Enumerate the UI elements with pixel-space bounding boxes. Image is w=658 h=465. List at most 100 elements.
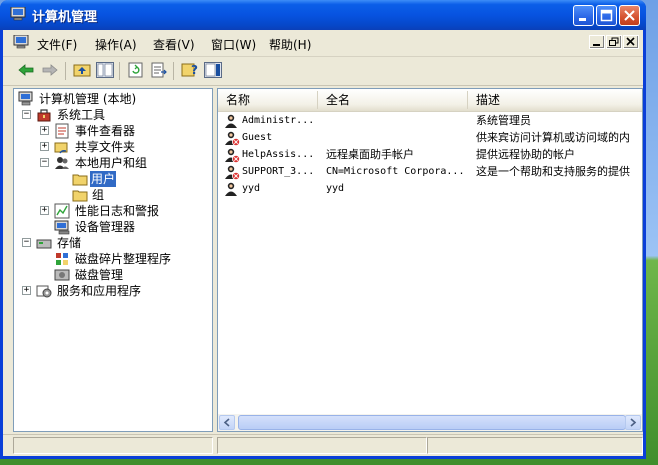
storage-icon	[36, 239, 52, 249]
disabled-user-icon	[225, 165, 240, 180]
status-panel	[427, 437, 643, 454]
disk-management-icon	[54, 269, 70, 281]
mdi-close-button[interactable]	[623, 35, 639, 49]
chevron-left-icon	[223, 418, 230, 427]
menu-bar: 文件(F) 操作(A) 查看(V) 窗口(W) 帮助(H)	[3, 30, 643, 57]
tree-label: 组	[92, 188, 105, 202]
toolbar-separator	[65, 62, 66, 80]
disabled-user-icon	[225, 131, 240, 146]
svg-text:?: ?	[191, 63, 198, 77]
table-row[interactable]: Guest 供来宾访问计算机或访问域的内	[218, 129, 642, 146]
shared-folder-icon	[54, 142, 68, 154]
tree-label: 事件查看器	[75, 124, 136, 138]
properties-icon[interactable]	[204, 62, 222, 78]
user-icon	[225, 182, 237, 196]
column-header-name[interactable]: 名称	[218, 91, 318, 109]
back-arrow-icon[interactable]	[17, 62, 35, 78]
performance-icon	[54, 203, 70, 219]
expand-toggle[interactable]: +	[22, 286, 31, 295]
tree-label: 性能日志和警报	[75, 204, 160, 218]
computer-icon	[10, 7, 26, 21]
services-icon	[36, 285, 52, 298]
restore-icon	[609, 37, 619, 46]
menu-help[interactable]: 帮助(H)	[269, 36, 311, 53]
menu-action[interactable]: 操作(A)	[95, 36, 137, 53]
mdi-restore-button[interactable]	[606, 35, 622, 49]
chevron-right-icon	[630, 418, 637, 427]
defrag-icon	[56, 253, 68, 265]
status-panel	[217, 437, 427, 454]
tree-label: 本地用户和组	[75, 156, 148, 170]
cell-fullname: yyd	[326, 183, 345, 194]
close-icon	[624, 10, 635, 21]
disabled-user-icon	[225, 148, 240, 163]
forward-arrow-icon[interactable]	[41, 62, 59, 78]
mdi-controls	[588, 35, 639, 51]
tree-label: 存储	[57, 236, 82, 250]
column-header-description[interactable]: 描述	[468, 91, 642, 109]
tree-label: 共享文件夹	[75, 140, 136, 154]
folder-icon	[72, 190, 88, 202]
toolbox-icon	[37, 109, 51, 122]
cell-description: 提供远程协助的帐户	[476, 148, 575, 161]
expand-toggle[interactable]: +	[40, 142, 49, 151]
table-row[interactable]: Administr... 系统管理员	[218, 112, 642, 129]
menu-file[interactable]: 文件(F)	[37, 36, 77, 53]
collapse-toggle[interactable]: −	[40, 158, 49, 167]
scrollbar-thumb[interactable]	[238, 415, 626, 430]
collapse-toggle[interactable]: −	[22, 238, 31, 247]
computer-management-window: 计算机管理 文件(F) 操作(A) 查看(V) 窗口(W) 帮助(H) ? 计算…	[0, 0, 646, 459]
column-header-fullname[interactable]: 全名	[318, 91, 468, 109]
maximize-button[interactable]	[596, 5, 617, 26]
minimize-icon	[579, 18, 586, 21]
minimize-button[interactable]	[573, 5, 594, 26]
close-icon	[626, 37, 635, 46]
computer-management-icon	[18, 91, 33, 106]
table-row[interactable]: HelpAssis... 远程桌面助手帐户 提供远程协助的帐户	[218, 146, 642, 163]
table-row[interactable]: yyd yyd	[218, 180, 642, 197]
status-bar	[3, 434, 643, 457]
collapse-toggle[interactable]: −	[22, 110, 31, 119]
expand-toggle[interactable]: +	[40, 126, 49, 135]
folder-icon	[72, 174, 88, 186]
cell-fullname: CN=Microsoft Corpora...	[326, 166, 465, 177]
user-icon	[225, 114, 237, 128]
help-icon[interactable]: ?	[181, 62, 199, 78]
scroll-right-button[interactable]	[625, 415, 641, 430]
computer-icon	[13, 35, 29, 49]
device-manager-icon	[54, 220, 70, 235]
tree-label-selected: 用户	[90, 171, 117, 187]
minimize-icon	[593, 44, 600, 46]
menu-window[interactable]: 窗口(W)	[211, 36, 256, 53]
cell-fullname: 远程桌面助手帐户	[326, 148, 414, 161]
toolbar: ?	[3, 57, 643, 86]
cell-description: 供来宾访问计算机或访问域的内	[476, 131, 630, 144]
tree-label: 系统工具	[57, 108, 106, 122]
show-tree-icon[interactable]	[96, 62, 114, 78]
status-panel	[13, 437, 213, 454]
horizontal-scrollbar[interactable]	[218, 414, 642, 431]
refresh-icon[interactable]	[127, 62, 145, 78]
menu-view[interactable]: 查看(V)	[153, 36, 195, 53]
cell-description: 系统管理员	[476, 114, 531, 127]
toolbar-separator	[119, 62, 120, 80]
maximize-icon	[600, 9, 613, 22]
tree-label: 磁盘碎片整理程序	[75, 252, 172, 266]
cell-name: Guest	[242, 132, 273, 143]
toolbar-separator	[173, 62, 174, 80]
tree-label: 设备管理器	[75, 220, 136, 234]
event-viewer-icon	[55, 123, 69, 139]
tree-label: 磁盘管理	[75, 268, 124, 282]
title-bar[interactable]: 计算机管理	[0, 0, 646, 30]
tree-label: 服务和应用程序	[57, 284, 142, 298]
console-tree[interactable]: 计算机管理 (本地) − 系统工具 + 事件查看器 + 共享文件夹 − 本地用户…	[13, 88, 213, 432]
users-group-icon	[55, 157, 69, 169]
mdi-minimize-button[interactable]	[589, 35, 605, 49]
table-row[interactable]: SUPPORT_3... CN=Microsoft Corpora... 这是一个帮…	[218, 163, 642, 180]
export-icon[interactable]	[150, 62, 168, 78]
close-button[interactable]	[619, 5, 640, 26]
users-list-view[interactable]: 名称 全名 描述 Administr... 系统管理员 Guest 供来宾访问计算机或…	[217, 88, 643, 432]
scroll-left-button[interactable]	[219, 415, 235, 430]
expand-toggle[interactable]: +	[40, 206, 49, 215]
up-folder-icon[interactable]	[73, 62, 91, 78]
